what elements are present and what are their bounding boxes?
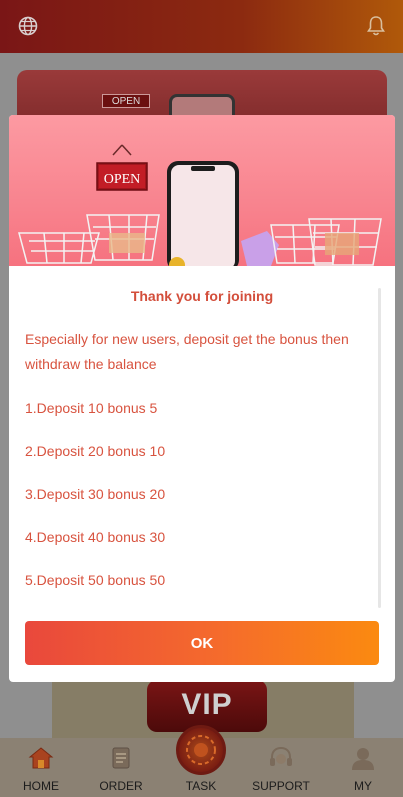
order-icon	[112, 747, 130, 769]
bonus-line-5: 5.Deposit 50 bonus 50	[25, 572, 166, 588]
home-icon	[28, 747, 54, 769]
bonus-line-2: 2.Deposit 20 bonus 10	[25, 443, 166, 459]
modal-body: Thank you for joining Especially for new…	[9, 266, 395, 682]
vip-badge: VIP	[147, 680, 267, 732]
ok-button[interactable]: OK	[25, 621, 379, 665]
nav-item-home[interactable]: HOME	[6, 738, 76, 797]
nav-item-support[interactable]: SUPPORT	[246, 738, 316, 797]
modal-title: Thank you for joining	[130, 288, 274, 304]
globe-icon[interactable]	[18, 16, 38, 36]
task-icon[interactable]	[176, 725, 226, 775]
nav-label-task: TASK	[185, 779, 217, 793]
task-emblem	[186, 735, 216, 765]
nav-item-my[interactable]: MY	[328, 738, 398, 797]
modal-hero-image: OPEN	[9, 115, 395, 266]
app-header	[0, 0, 403, 53]
background-open-sign: OPEN	[102, 94, 150, 108]
hero-open-sign: OPEN	[104, 172, 141, 187]
shopping-illustration: OPEN	[18, 144, 382, 266]
nav-label-my: MY	[354, 779, 372, 793]
bell-icon[interactable]	[366, 15, 386, 37]
nav-label-support: SUPPORT	[252, 779, 310, 793]
nav-label-home: HOME	[23, 779, 59, 793]
support-icon	[270, 746, 292, 766]
nav-label-order: ORDER	[99, 779, 143, 793]
user-icon	[352, 748, 374, 770]
nav-item-order[interactable]: ORDER	[86, 738, 156, 797]
modal-description: Especially for new users, deposit get th…	[25, 331, 349, 372]
bonus-line-3: 3.Deposit 30 bonus 20	[25, 486, 166, 502]
bonus-line-4: 4.Deposit 40 bonus 30	[25, 529, 166, 545]
welcome-modal: OPEN Thank you for joining Especially fo…	[9, 115, 395, 682]
modal-scrollbar[interactable]	[378, 288, 381, 608]
bonus-line-1: 1.Deposit 10 bonus 5	[25, 400, 158, 416]
